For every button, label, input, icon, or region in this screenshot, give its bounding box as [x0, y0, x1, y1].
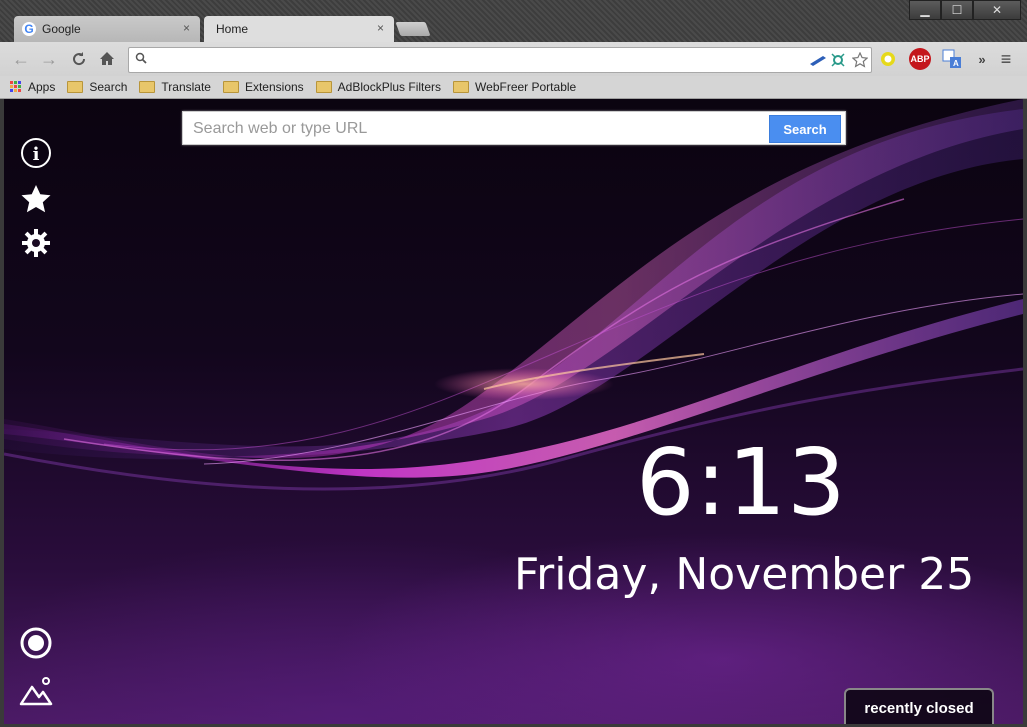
svg-text:i: i	[33, 144, 40, 165]
gear-icon[interactable]	[18, 225, 54, 261]
adblock-plus-icon[interactable]: ABP	[909, 48, 931, 70]
maximize-button[interactable]: ☐	[941, 0, 973, 20]
bookmark-star-icon[interactable]	[851, 51, 869, 69]
tab-title: Home	[216, 22, 249, 36]
forward-button[interactable]: →	[38, 48, 60, 70]
reload-icon	[73, 52, 86, 66]
info-icon[interactable]: i	[18, 135, 54, 171]
svg-text:A: A	[953, 59, 959, 68]
bookmark-folder-adblockplus-filters[interactable]: AdBlockPlus Filters	[315, 80, 442, 94]
google-favicon-icon: G	[22, 22, 36, 36]
yellow-ring-extension-icon[interactable]	[878, 49, 898, 69]
folder-icon	[222, 81, 239, 93]
clock-time: 6:13	[636, 429, 847, 536]
recently-closed-button[interactable]: recently closed	[844, 688, 994, 724]
tab-home[interactable]: Home ×	[204, 16, 394, 42]
browser-toolbar: ← → ABP A » ≡	[0, 42, 1027, 76]
bookmark-folder-search[interactable]: Search	[67, 80, 127, 94]
clock-date: Friday, November 25	[514, 549, 975, 600]
search-button[interactable]: Search	[769, 115, 841, 143]
bookmark-label: Translate	[161, 80, 211, 94]
pen-extension-icon[interactable]	[809, 51, 827, 69]
bookmark-label: WebFreer Portable	[475, 80, 577, 94]
star-icon[interactable]	[18, 181, 54, 217]
extensions-overflow-button[interactable]: »	[972, 49, 992, 69]
tab-title: Google	[42, 22, 81, 36]
chrome-menu-button[interactable]: ≡	[996, 49, 1016, 69]
new-tab-page: Search i 6:13 Friday, November 25 recent…	[4, 99, 1023, 724]
bookmark-label: AdBlockPlus Filters	[337, 80, 442, 94]
folder-icon	[453, 81, 470, 93]
bookmark-label: Extensions	[244, 80, 304, 94]
new-tab-button[interactable]	[395, 22, 431, 36]
bookmark-folder-webfreer-portable[interactable]: WebFreer Portable	[453, 80, 576, 94]
search-input[interactable]	[191, 117, 765, 141]
tab-close-button[interactable]: ×	[183, 21, 190, 35]
folder-icon	[67, 81, 84, 93]
bookmark-label: Apps	[28, 80, 56, 94]
translate-extension-icon[interactable]: A	[942, 49, 962, 69]
minimize-button[interactable]: ▁	[909, 0, 941, 20]
address-bar[interactable]	[128, 47, 872, 73]
apps-grid-icon	[10, 81, 22, 93]
home-icon	[100, 52, 114, 65]
close-window-button[interactable]: ✕	[973, 0, 1021, 20]
back-button[interactable]: ←	[10, 48, 32, 70]
url-input[interactable]	[153, 50, 797, 70]
landscape-icon[interactable]	[18, 673, 54, 709]
folder-icon	[139, 81, 156, 93]
bookmark-folder-translate[interactable]: Translate	[139, 80, 211, 94]
search-box: Search	[182, 111, 846, 145]
reload-button[interactable]	[68, 48, 90, 70]
bug-extension-icon[interactable]	[829, 51, 847, 69]
record-icon[interactable]	[18, 625, 54, 661]
bookmark-folder-extensions[interactable]: Extensions	[222, 80, 304, 94]
bookmark-apps[interactable]: Apps	[10, 80, 55, 94]
bookmarks-bar: Apps Search Translate Extensions AdBlock…	[0, 76, 1027, 99]
background-wallpaper	[4, 99, 1023, 491]
window-controls: ▁ ☐ ✕	[909, 0, 1021, 20]
bookmark-label: Search	[89, 80, 128, 94]
home-button[interactable]	[96, 48, 118, 70]
tab-close-button[interactable]: ×	[377, 21, 384, 35]
tab-google[interactable]: G Google ×	[14, 16, 200, 42]
folder-icon	[315, 81, 332, 93]
title-bar: G Google × Home × ▁ ☐ ✕	[0, 0, 1027, 42]
search-icon	[135, 52, 147, 67]
